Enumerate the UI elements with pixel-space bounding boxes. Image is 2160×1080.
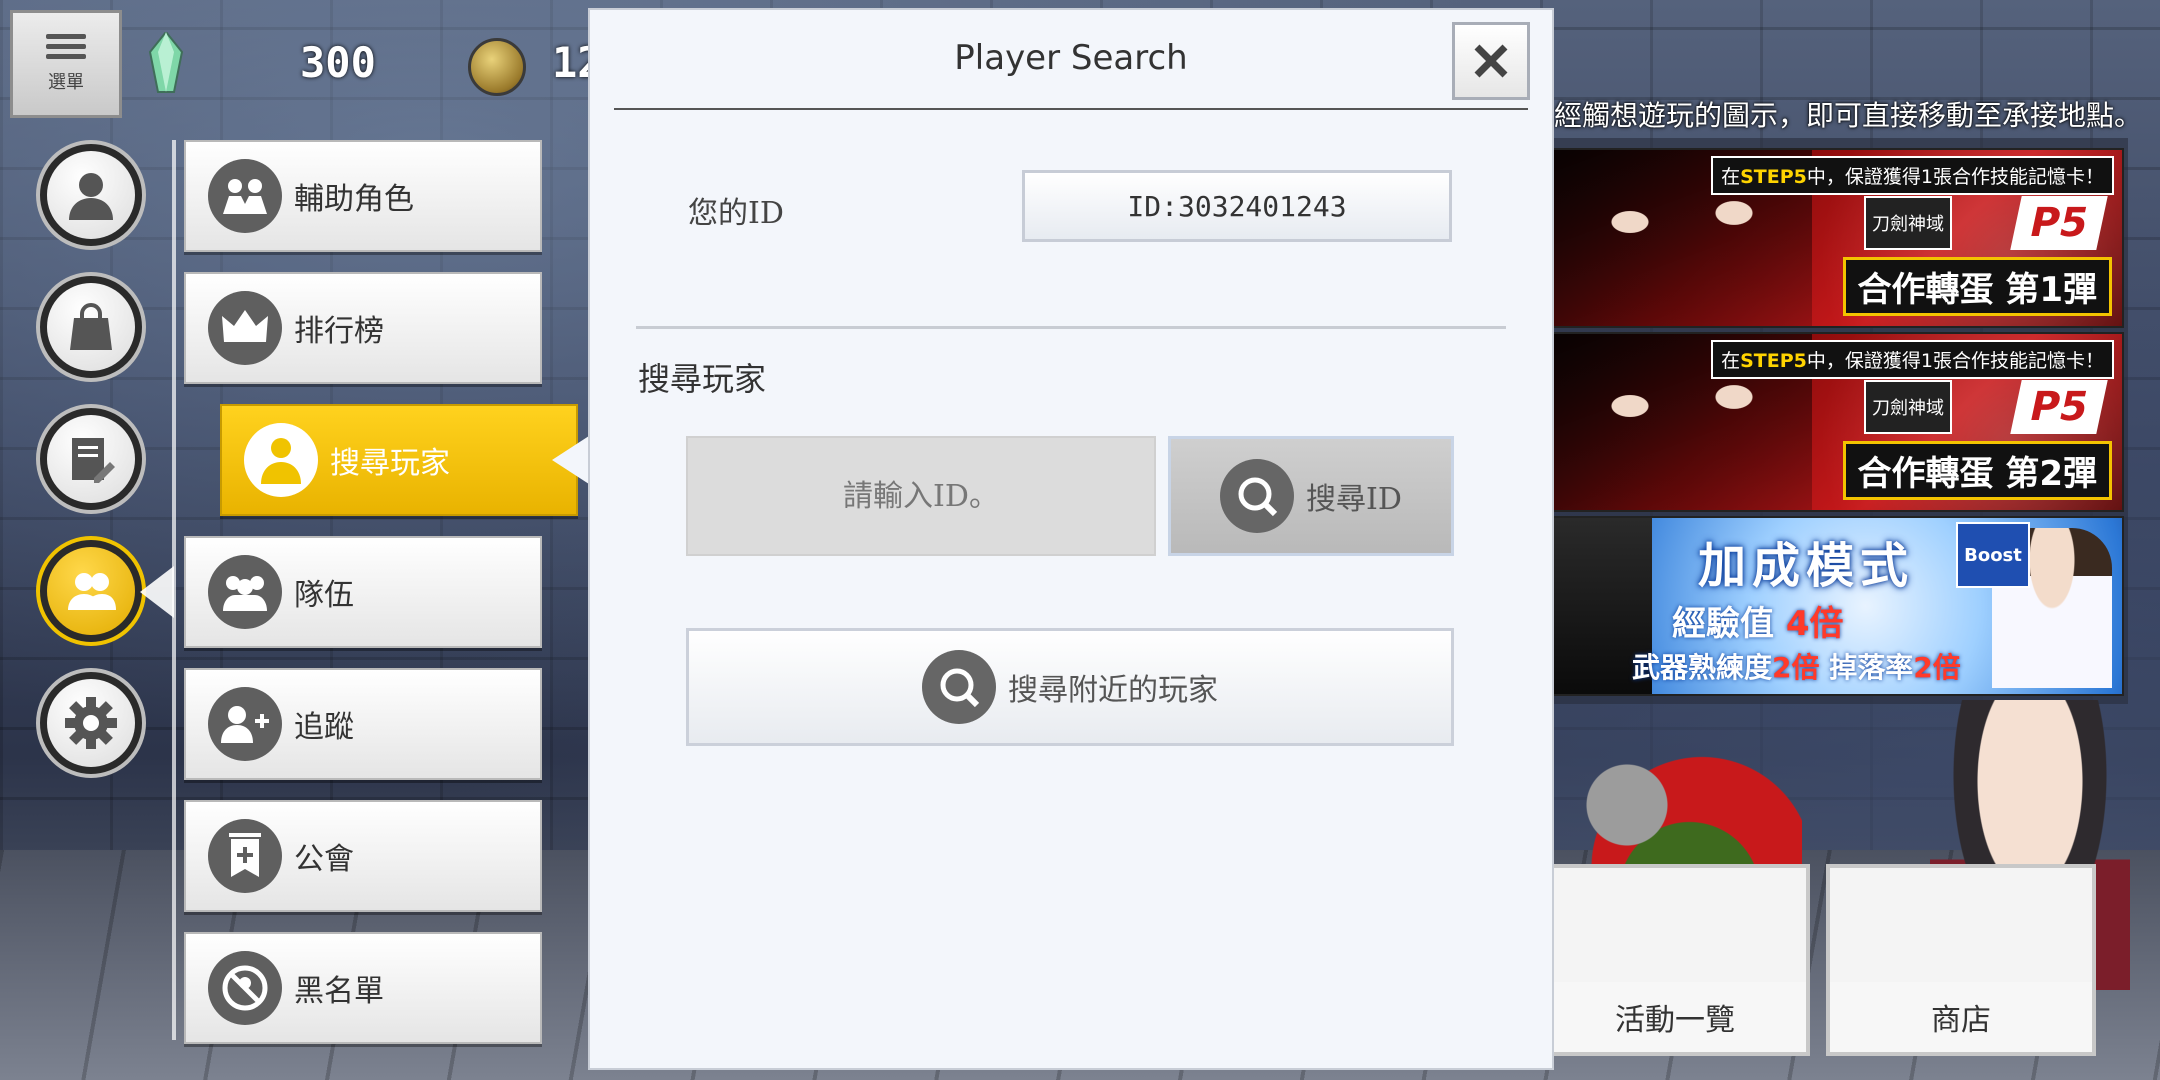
- p5-logo: P5: [2010, 380, 2108, 434]
- boost-title: 加成模式: [1698, 538, 1915, 594]
- search-nearby-button[interactable]: 搜尋附近的玩家: [686, 628, 1454, 746]
- banner-collab-1[interactable]: 在STEP5中，保證獲得1張合作技能記憶卡！ 刀劍神域 P5 合作轉蛋 第1彈: [1550, 148, 2124, 328]
- menu-button-label: 選單: [48, 72, 84, 93]
- submenu-label: 追蹤: [294, 710, 354, 745]
- submenu-label: 排行榜: [294, 314, 384, 349]
- search-nearby-label: 搜尋附近的玩家: [1008, 673, 1218, 708]
- dialog-title: Player Search: [954, 38, 1188, 78]
- person-search-icon: [244, 423, 318, 497]
- dialog-pointer: [552, 434, 592, 486]
- banner-main-text: 合作轉蛋 第2彈: [1842, 441, 2112, 500]
- hamburger-icon: [46, 34, 86, 60]
- follow-icon: [208, 687, 282, 761]
- submenu-ranking[interactable]: 排行榜: [184, 272, 542, 384]
- banner-top-text: 在STEP5中，保證獲得1張合作技能記憶卡！: [1711, 156, 2114, 195]
- guild-banner-icon: [208, 819, 282, 893]
- round-menu-profile[interactable]: [36, 140, 146, 250]
- people-icon: [68, 573, 116, 610]
- submenu-follow[interactable]: 追蹤: [184, 668, 542, 780]
- submenu-player-search[interactable]: 搜尋玩家: [220, 404, 578, 516]
- banner-main-text: 合作轉蛋 第1彈: [1842, 257, 2112, 316]
- submenu-label: 公會: [294, 842, 354, 877]
- search-id-button[interactable]: 搜尋ID: [1168, 436, 1454, 556]
- crown-icon: [208, 291, 282, 365]
- search-icon: [922, 650, 996, 724]
- coin-icon: [468, 38, 526, 96]
- round-menu-settings[interactable]: [36, 668, 146, 778]
- id-search-input[interactable]: [686, 436, 1156, 556]
- p5-logo: P5: [2010, 196, 2108, 250]
- submenu-guild[interactable]: 公會: [184, 800, 542, 912]
- tile-events[interactable]: 活動一覽: [1540, 864, 1810, 1056]
- tile-shop-label: 商店: [1830, 982, 2092, 1052]
- banner-top-text: 在STEP5中，保證獲得1張合作技能記憶卡！: [1711, 340, 2114, 379]
- boost-badge: Boost: [1956, 522, 2030, 588]
- title-divider: [614, 108, 1528, 110]
- submenu-support-character[interactable]: 輔助角色: [184, 140, 542, 252]
- hint-text: 經觸想遊玩的圖示，即可直接移動至承接地點。: [1554, 99, 2143, 132]
- your-id-value: ID:3032401243: [1022, 170, 1452, 242]
- tile-shop[interactable]: 商店: [1826, 864, 2096, 1056]
- sao-logo: 刀劍神域: [1864, 380, 1952, 434]
- boost-rate-line: 武器熟練度2倍 掉落率2倍: [1632, 651, 1961, 684]
- section-divider: [636, 326, 1506, 329]
- top-bar: 選單 300 12: [0, 0, 603, 122]
- player-search-dialog: Player Search 您的ID ID:3032401243 搜尋玩家 搜尋…: [590, 10, 1552, 1068]
- crystal-icon: [148, 32, 184, 93]
- tile-events-label: 活動一覽: [1544, 982, 1806, 1052]
- bag-icon: [70, 303, 112, 350]
- sao-logo: 刀劍神域: [1864, 196, 1952, 250]
- submenu-label: 輔助角色: [294, 182, 414, 217]
- submenu-label: 隊伍: [294, 578, 354, 613]
- round-menu-notes[interactable]: [36, 404, 146, 514]
- active-pointer: [140, 566, 174, 618]
- banner-collab-2[interactable]: 在STEP5中，保證獲得1張合作技能記憶卡！ 刀劍神域 P5 合作轉蛋 第2彈: [1550, 332, 2124, 512]
- submenu-team[interactable]: 隊伍: [184, 536, 542, 648]
- submenu-blacklist[interactable]: 黑名單: [184, 932, 542, 1044]
- search-icon: [1220, 459, 1295, 533]
- round-menu-friends[interactable]: [36, 536, 146, 646]
- group-icon: [208, 555, 282, 629]
- round-menu-bag[interactable]: [36, 272, 146, 382]
- close-icon: [1474, 44, 1508, 78]
- note-pencil-icon: [72, 438, 115, 483]
- blocked-icon: [208, 951, 282, 1025]
- banner-list: 在STEP5中，保證獲得1張合作技能記憶卡！ 刀劍神域 P5 合作轉蛋 第1彈 …: [1550, 138, 2128, 704]
- menu-button[interactable]: 選單: [10, 10, 122, 118]
- close-button[interactable]: [1452, 22, 1530, 100]
- boost-exp-line: 經驗值 4倍: [1672, 604, 1844, 644]
- person-icon: [69, 173, 113, 220]
- submenu-label: 黑名單: [294, 974, 384, 1009]
- handshake-icon: [208, 159, 282, 233]
- banner-boost-mode[interactable]: 加成模式 Boost 經驗值 4倍 武器熟練度2倍 掉落率2倍: [1550, 516, 2124, 696]
- crystal-count: 300: [300, 38, 376, 87]
- gear-icon: [65, 697, 117, 749]
- section-title: 搜尋玩家: [638, 360, 767, 398]
- submenu-label: 搜尋玩家: [330, 446, 450, 481]
- search-id-label: 搜尋ID: [1306, 482, 1402, 517]
- your-id-label: 您的ID: [688, 196, 784, 231]
